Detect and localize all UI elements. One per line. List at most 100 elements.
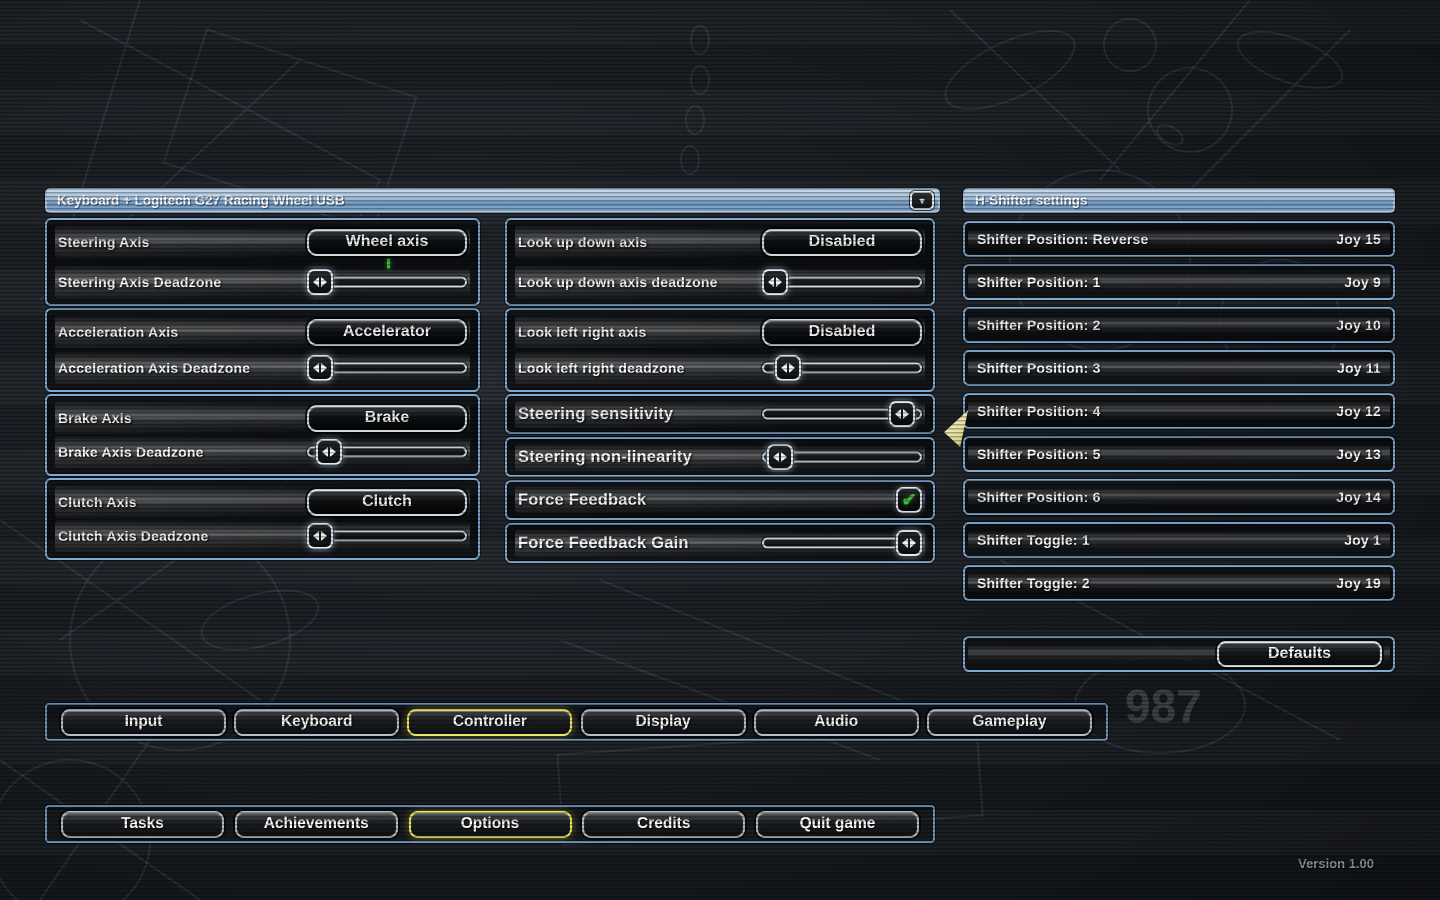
device-selector-title: Keyboard + Logitech G27 Racing Wheel USB [57,193,345,208]
look-leftright-deadzone-slider[interactable] [762,354,922,382]
shifter-binding-row[interactable]: Shifter Toggle: 2 Joy 19 [963,565,1395,601]
setting-row: Force Feedback ✔ [515,487,925,513]
setting-label: Acceleration Axis [58,324,179,340]
binding-value: Joy 9 [1344,274,1381,290]
menu-achievements[interactable]: Achievements [234,810,398,838]
setting-row: Steering Axis Deadzone [55,266,470,298]
setting-label: Look up down axis [518,234,648,250]
look-leftright-section: Look left right axis Disabled Look left … [505,308,935,392]
slider-arrows-icon [313,276,319,287]
setting-label: Force Feedback [518,490,647,509]
slider-handle[interactable] [316,438,343,465]
slider-handle[interactable] [889,400,916,427]
menu-options[interactable]: Options [408,810,572,838]
look-updown-section: Look up down axis Disabled Look up down … [505,218,935,306]
binding-value: Joy 13 [1336,446,1381,462]
clutch-axis-button[interactable]: Clutch [307,488,467,516]
defaults-button[interactable]: Defaults [1217,641,1382,667]
binding-label: Shifter Position: 4 [977,403,1101,419]
binding-label: Shifter Toggle: 1 [977,532,1090,548]
h-shifter-header: H-Shifter settings [963,188,1395,213]
slider-arrows-icon [313,530,319,541]
slider-handle[interactable] [896,529,922,556]
binding-label: Shifter Position: Reverse [977,231,1149,247]
device-selector-header[interactable]: Keyboard + Logitech G27 Racing Wheel USB… [45,188,940,213]
steering-nonlinearity-section: Steering non-linearity [505,437,935,477]
device-dropdown-button[interactable]: ▼ [910,191,934,210]
settings-tab-bar: Input Keyboard Controller Display Audio … [45,703,1108,741]
force-feedback-section: Force Feedback ✔ [505,480,935,520]
setting-label: Brake Axis [58,410,132,426]
shifter-binding-row[interactable]: Shifter Position: 4 Joy 12 [963,393,1395,429]
slider-arrows-icon [322,446,329,457]
slider-arrows-icon [902,537,908,548]
shifter-binding-row[interactable]: Shifter Position: 3 Joy 11 [963,350,1395,386]
binding-label: Shifter Position: 1 [977,274,1101,290]
steering-sensitivity-slider[interactable] [762,400,922,428]
slider-handle[interactable] [767,443,794,470]
tab-audio[interactable]: Audio [753,708,919,736]
binding-value: Joy 1 [1344,532,1381,548]
shifter-binding-row[interactable]: Shifter Position: 1 Joy 9 [963,264,1395,300]
setting-row: Steering Axis Wheel axis [55,226,470,258]
steering-axis-button[interactable]: Wheel axis [307,228,467,256]
version-label: Version 1.00 [1298,856,1374,871]
setting-label: Steering Axis Deadzone [58,274,222,290]
brake-axis-button[interactable]: Brake [307,404,467,432]
look-updown-deadzone-slider[interactable] [762,268,922,296]
slider-handle[interactable] [762,268,788,295]
tab-controller[interactable]: Controller [407,708,573,736]
shifter-binding-row[interactable]: Shifter Position: 2 Joy 10 [963,307,1395,343]
look-leftright-axis-button[interactable]: Disabled [762,318,922,346]
menu-quit-game[interactable]: Quit game [756,810,919,838]
setting-label: Acceleration Axis Deadzone [58,360,251,376]
tab-display[interactable]: Display [580,708,746,736]
clutch-deadzone-slider[interactable] [307,522,467,550]
setting-row: Brake Axis Brake [55,402,470,434]
setting-row: Steering sensitivity [515,400,925,428]
slider-arrows-icon [910,537,916,548]
shifter-binding-row[interactable]: Shifter Position: 6 Joy 14 [963,479,1395,515]
slider-arrows-icon [313,362,319,373]
setting-label: Steering non-linearity [518,447,693,466]
tab-gameplay[interactable]: Gameplay [926,708,1092,736]
shifter-binding-row[interactable]: Shifter Position: 5 Joy 13 [963,436,1395,472]
binding-label: Shifter Position: 2 [977,317,1101,333]
force-feedback-gain-slider[interactable] [762,529,922,557]
steering-axis-section: Steering Axis Wheel axis Steering Axis D… [45,218,480,306]
look-updown-axis-button[interactable]: Disabled [762,228,922,256]
menu-tasks[interactable]: Tasks [61,810,224,838]
steering-deadzone-slider[interactable] [307,268,467,296]
slider-handle[interactable] [307,268,333,295]
setting-row: Clutch Axis Clutch [55,486,470,518]
force-feedback-checkbox[interactable]: ✔ [896,487,922,513]
setting-row: Steering non-linearity [515,443,925,471]
setting-row: Look left right deadzone [515,352,925,384]
brake-axis-section: Brake Axis Brake Brake Axis Deadzone [45,394,480,476]
binding-label: Shifter Position: 5 [977,446,1101,462]
binding-label: Shifter Toggle: 2 [977,575,1090,591]
slider-handle[interactable] [775,354,802,381]
tab-keyboard[interactable]: Keyboard [234,708,400,736]
binding-value: Joy 12 [1336,403,1381,419]
tab-input[interactable]: Input [61,708,226,736]
steering-nonlinearity-slider[interactable] [762,443,922,471]
setting-label: Brake Axis Deadzone [58,444,204,460]
slider-arrows-icon [321,530,327,541]
brake-deadzone-slider[interactable] [307,438,467,466]
slider-arrows-icon [330,446,337,457]
shifter-binding-row[interactable]: Shifter Position: Reverse Joy 15 [963,221,1395,257]
slider-arrows-icon [768,276,774,287]
slider-handle[interactable] [307,522,333,549]
setting-row: Look left right axis Disabled [515,316,925,348]
slider-handle[interactable] [307,354,333,381]
setting-label: Force Feedback Gain [518,533,689,552]
clutch-axis-section: Clutch Axis Clutch Clutch Axis Deadzone [45,478,480,560]
acceleration-deadzone-slider[interactable] [307,354,467,382]
menu-credits[interactable]: Credits [582,810,746,838]
acceleration-axis-button[interactable]: Accelerator [307,318,467,346]
force-feedback-gain-section: Force Feedback Gain [505,523,935,563]
setting-label: Look up down axis deadzone [518,274,718,290]
setting-label: Clutch Axis [58,494,137,510]
shifter-binding-row[interactable]: Shifter Toggle: 1 Joy 1 [963,522,1395,558]
